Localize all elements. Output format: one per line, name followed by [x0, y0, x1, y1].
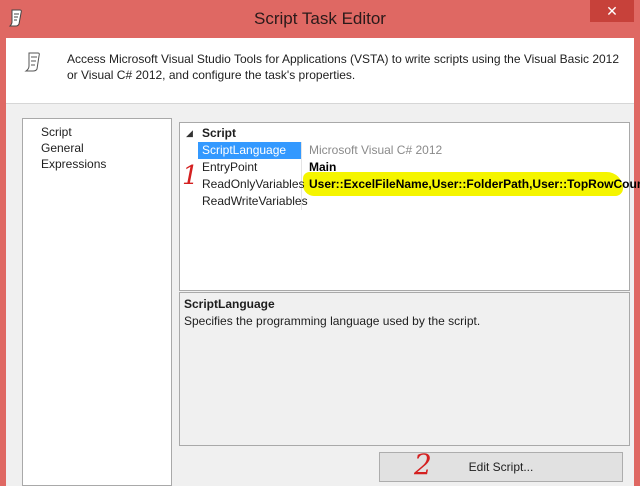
page-navigation: Script General Expressions: [22, 118, 172, 486]
property-row-scriptlanguage[interactable]: ScriptLanguage Microsoft Visual C# 2012: [180, 142, 629, 159]
window-title: Script Task Editor: [254, 9, 386, 28]
property-grid: ◢ Script ScriptLanguage Microsoft Visual…: [179, 122, 640, 291]
category-row-script[interactable]: ◢ Script: [180, 125, 629, 142]
script-scroll-icon: [24, 52, 40, 72]
description-title: ScriptLanguage: [184, 297, 275, 311]
category-label: Script: [202, 126, 237, 140]
description-pane: ScriptLanguage Specifies the programming…: [179, 292, 630, 446]
property-name[interactable]: ReadWriteVariables: [198, 193, 308, 210]
close-button[interactable]: ✕: [590, 0, 634, 22]
nav-item-general[interactable]: General: [41, 140, 84, 156]
property-row-readwritevariables[interactable]: ReadWriteVariables: [180, 193, 629, 210]
property-value[interactable]: User::ExcelFileName,User::FolderPath,Use…: [304, 176, 640, 193]
close-icon: ✕: [606, 3, 618, 19]
header-description: Access Microsoft Visual Studio Tools for…: [67, 52, 620, 82]
description-text: Specifies the programming language used …: [184, 314, 481, 328]
collapse-arrow-icon[interactable]: ◢: [186, 125, 193, 142]
nav-item-expressions[interactable]: Expressions: [41, 156, 106, 172]
nav-item-script[interactable]: Script: [41, 124, 72, 140]
property-name[interactable]: ReadOnlyVariables: [198, 176, 305, 193]
dialog-content: Access Microsoft Visual Studio Tools for…: [6, 38, 640, 486]
annotation-mark-1: 1: [182, 161, 199, 191]
property-value-text: User::ExcelFileName,User::FolderPath,Use…: [309, 177, 640, 191]
header-panel: Access Microsoft Visual Studio Tools for…: [6, 38, 634, 104]
title-bar[interactable]: Script Task Editor ✕: [0, 0, 640, 38]
window-border-right: [634, 38, 640, 486]
property-name[interactable]: ScriptLanguage: [198, 142, 301, 159]
property-value[interactable]: [304, 193, 629, 210]
annotation-mark-2: 2: [414, 448, 432, 481]
property-value[interactable]: Microsoft Visual C# 2012: [304, 142, 629, 159]
property-row-readonlyvariables[interactable]: ReadOnlyVariables User::ExcelFileName,Us…: [180, 172, 640, 196]
property-name[interactable]: EntryPoint: [198, 159, 301, 176]
